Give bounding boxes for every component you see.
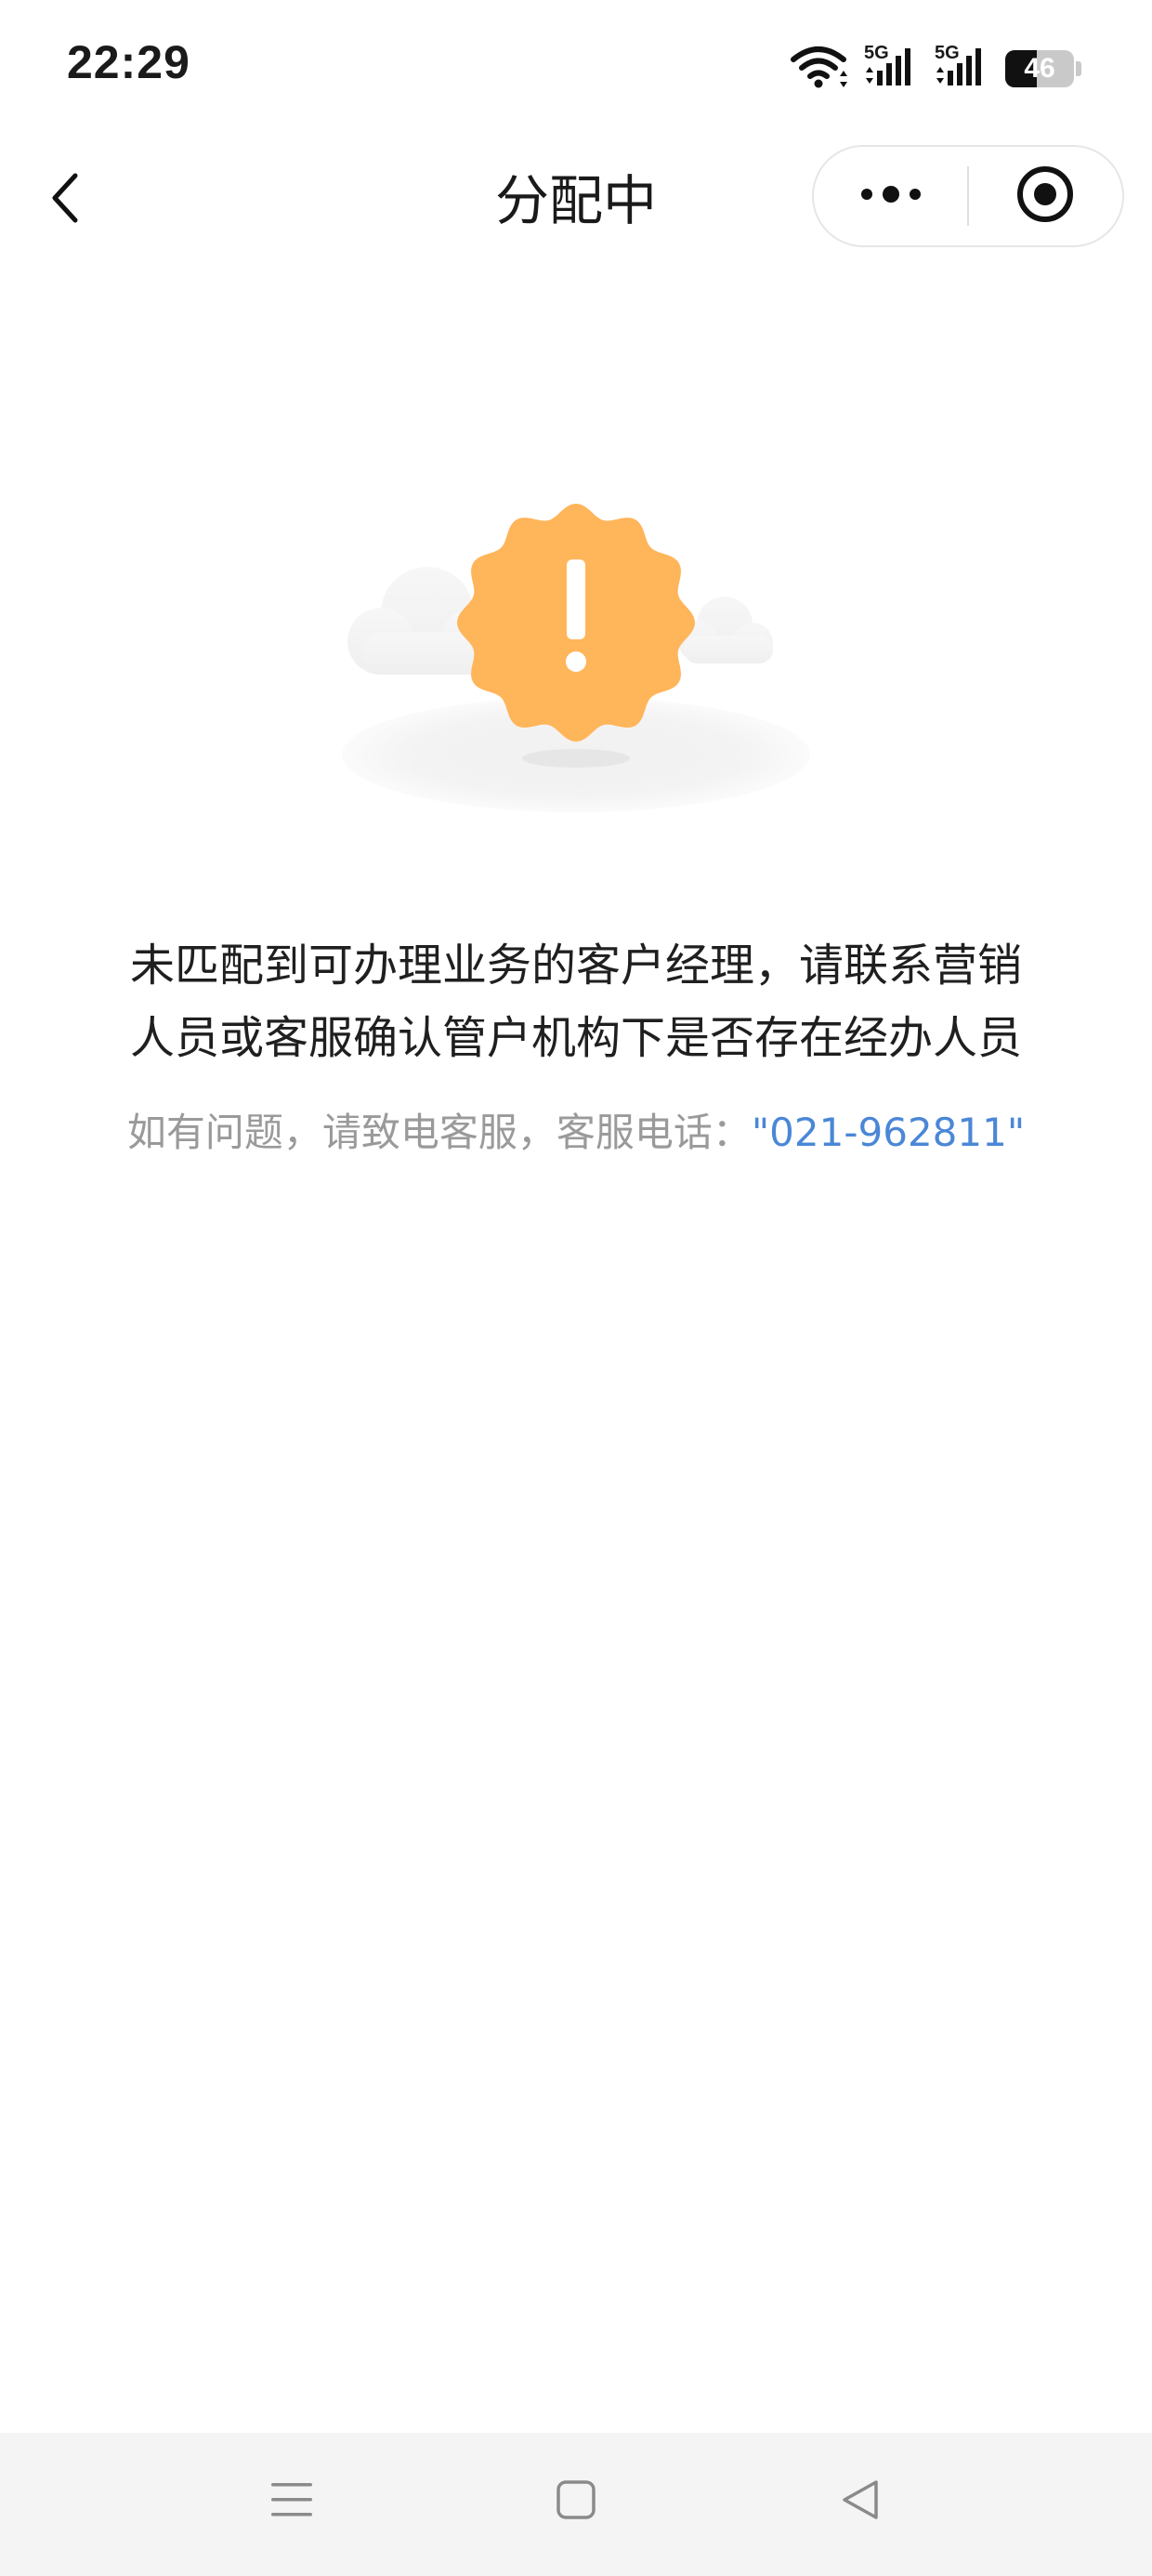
battery-nub xyxy=(1076,61,1081,76)
warning-illustration xyxy=(334,483,818,818)
close-button[interactable] xyxy=(969,147,1122,245)
error-message: 未匹配到可办理业务的客户经理，请联系营销 人员或客服确认管户机构下是否存在经办人… xyxy=(56,929,1096,1074)
system-back-button[interactable] xyxy=(823,2464,897,2539)
service-phone-link[interactable]: "021-962811" xyxy=(752,1110,1025,1155)
more-dots-icon xyxy=(857,183,924,209)
network-label: 5G xyxy=(935,43,960,63)
more-button[interactable] xyxy=(814,147,967,245)
signal-icon: 5G xyxy=(864,43,918,93)
help-hint-text: 如有问题，请致电客服，客服电话： xyxy=(126,1110,752,1155)
home-square-icon xyxy=(555,2478,597,2525)
battery-icon: 46 xyxy=(1005,50,1074,87)
warning-badge-icon xyxy=(342,504,810,812)
menu-icon xyxy=(268,2479,315,2524)
status-bar: 22:29 5G 5G 46 xyxy=(0,0,1152,139)
status-icons: 5G 5G 46 xyxy=(790,41,1081,97)
error-message-line-1: 未匹配到可办理业务的客户经理，请联系营销 xyxy=(129,940,1022,992)
battery-text: 46 xyxy=(1024,53,1055,84)
back-triangle-icon xyxy=(839,2477,882,2526)
nav-bar: 分配中 xyxy=(0,139,1152,260)
system-menu-button[interactable] xyxy=(255,2464,329,2539)
help-hint: 如有问题，请致电客服，客服电话："021-962811" xyxy=(37,1100,1115,1165)
wifi-icon xyxy=(790,45,847,93)
system-home-button[interactable] xyxy=(539,2464,613,2539)
error-message-line-2: 人员或客服确认管户机构下是否存在经办人员 xyxy=(129,1012,1022,1064)
target-circle-icon xyxy=(1015,164,1075,228)
mini-program-capsule xyxy=(812,145,1124,247)
network-label: 5G xyxy=(864,43,889,63)
system-nav-bar xyxy=(0,2433,1152,2576)
signal-icon: 5G xyxy=(935,43,988,93)
status-time: 22:29 xyxy=(67,36,190,88)
